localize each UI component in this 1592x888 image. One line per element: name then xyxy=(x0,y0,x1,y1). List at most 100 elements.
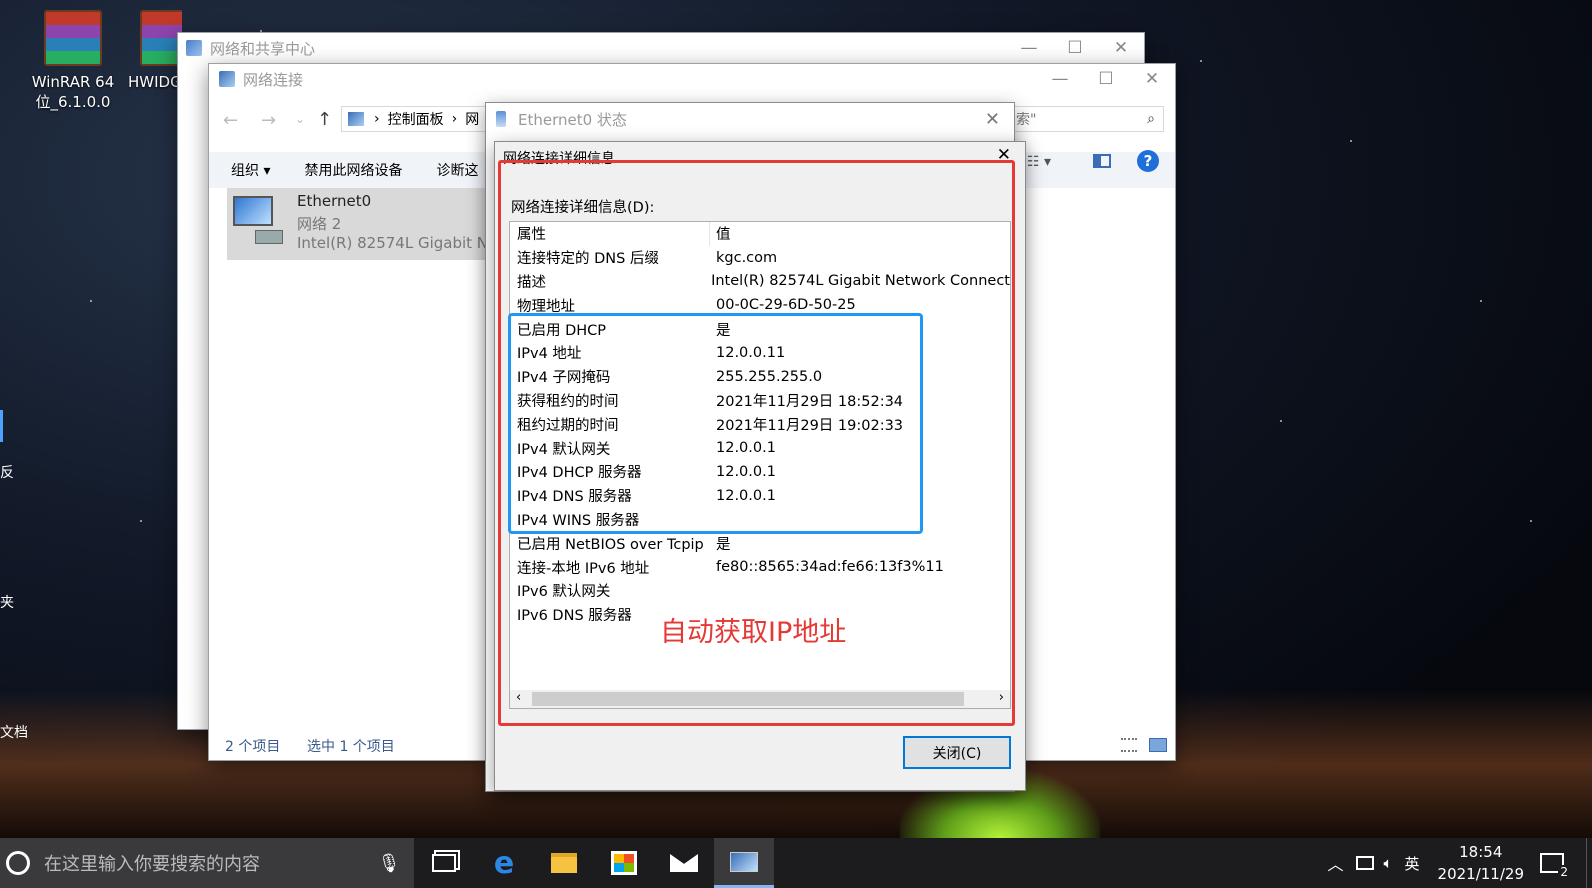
close-icon[interactable]: ✕ xyxy=(997,145,1011,165)
table-row[interactable]: IPv4 DNS 服务器 12.0.0.1 xyxy=(510,484,1010,508)
property-cell: IPv4 DNS 服务器 xyxy=(517,489,632,506)
hwidgen-icon xyxy=(140,10,182,66)
table-row[interactable]: 已启用 NetBIOS over Tcpip 是 xyxy=(510,531,1010,555)
breadcrumb-control-panel[interactable]: 控制面板 xyxy=(388,109,444,129)
value-cell: fe80::8565:34ad:fe66:13f3%11 xyxy=(716,559,944,576)
network-center-icon xyxy=(186,40,202,56)
preview-pane-icon[interactable] xyxy=(1093,154,1111,168)
sharing-titlebar[interactable]: 网络和共享中心 xyxy=(178,33,1144,63)
table-row[interactable]: IPv4 地址 12.0.0.11 xyxy=(510,341,1010,365)
forward-arrow-icon[interactable]: → xyxy=(261,110,276,131)
property-cell: 已启用 NetBIOS over Tcpip xyxy=(517,536,704,553)
table-row[interactable]: 租约过期的时间 2021年11月29日 19:02:33 xyxy=(510,412,1010,436)
value-cell: 是 xyxy=(716,536,731,553)
close-icon[interactable]: ✕ xyxy=(985,109,1000,130)
property-cell: 连接特定的 DNS 后缀 xyxy=(517,251,659,268)
network-item-ethernet0[interactable]: Ethernet0 网络 2 Intel(R) 82574L Gigabit N… xyxy=(227,188,497,260)
connections-title: 网络连接 xyxy=(243,70,304,89)
value-cell: 2021年11月29日 18:52:34 xyxy=(716,393,904,410)
show-desktop-button[interactable] xyxy=(1586,838,1592,888)
minimize-icon[interactable]: — xyxy=(1006,33,1052,63)
value-cell: 是 xyxy=(716,322,731,339)
property-cell: 物理地址 xyxy=(517,298,575,315)
desktop-icon-winrar[interactable]: WinRAR 64 位_6.1.0.0 xyxy=(28,10,118,112)
status-titlebar[interactable]: Ethernet0 状态 xyxy=(486,103,1014,135)
table-row[interactable]: IPv4 WINS 服务器 xyxy=(510,508,1010,532)
notification-center-icon[interactable]: 2 xyxy=(1540,853,1570,879)
network-connections-taskbar-icon[interactable] xyxy=(714,838,774,888)
ime-indicator[interactable]: 英 xyxy=(1405,853,1420,874)
scrollbar-thumb[interactable] xyxy=(532,692,964,706)
maximize-icon[interactable]: ☐ xyxy=(1083,64,1129,94)
recent-dropdown-icon[interactable]: ⌄ xyxy=(295,112,305,126)
disable-device-button[interactable]: 禁用此网络设备 xyxy=(304,160,402,180)
mail-icon[interactable] xyxy=(654,838,714,888)
table-row[interactable]: IPv4 默认网关 12.0.0.1 xyxy=(510,436,1010,460)
tiles-view-icon[interactable] xyxy=(1149,738,1167,752)
value-cell: 2021年11月29日 19:02:33 xyxy=(716,417,904,434)
network-tray-icon[interactable] xyxy=(1355,856,1374,870)
sharing-title: 网络和共享中心 xyxy=(210,39,316,58)
notification-badge: 2 xyxy=(1558,865,1570,879)
close-icon[interactable]: ✕ xyxy=(1129,64,1175,94)
winrar-icon xyxy=(44,10,102,66)
close-button[interactable]: 关闭(C) xyxy=(903,736,1011,769)
breadcrumb-network[interactable]: 网 xyxy=(465,109,479,129)
desktop-edge-label-2: 夹 xyxy=(0,595,14,611)
network-item-adapter: Intel(R) 82574L Gigabit Ne xyxy=(297,234,498,252)
microphone-icon[interactable]: 🎙 xyxy=(364,838,414,888)
table-row[interactable]: IPv4 DHCP 服务器 12.0.0.1 xyxy=(510,460,1010,484)
table-row[interactable]: 物理地址 00-0C-29-6D-50-25 xyxy=(510,293,1010,317)
maximize-icon[interactable]: ☐ xyxy=(1052,33,1098,63)
taskbar: 在这里输入你要搜索的内容 🎙 e ︿ 🔈︎ 英 18:54 2021/11/29… xyxy=(0,838,1592,888)
back-arrow-icon[interactable]: ← xyxy=(223,110,238,131)
value-cell: 12.0.0.11 xyxy=(716,344,786,361)
annotation-text: 自动获取IP地址 xyxy=(660,617,847,648)
table-row[interactable]: IPv4 子网掩码 255.255.255.0 xyxy=(510,365,1010,389)
column-header-property[interactable]: 属性 xyxy=(510,222,710,246)
search-placeholder: 在这里输入你要搜索的内容 xyxy=(44,854,260,875)
file-explorer-icon[interactable] xyxy=(534,838,594,888)
close-icon[interactable]: ✕ xyxy=(1098,33,1144,63)
value-cell: 12.0.0.1 xyxy=(716,463,776,480)
taskbar-search[interactable]: 在这里输入你要搜索的内容 xyxy=(0,838,364,888)
desktop-edge-label-1: 反 xyxy=(0,465,14,481)
diagnose-button[interactable]: 诊断这 xyxy=(436,160,478,180)
task-view-icon[interactable] xyxy=(414,838,474,888)
scroll-left-icon[interactable]: ‹ xyxy=(516,690,521,705)
breadcrumb-separator-icon: › xyxy=(451,111,458,127)
table-row[interactable]: 已启用 DHCP 是 xyxy=(510,317,1010,341)
details-view-icon[interactable] xyxy=(1121,738,1137,752)
dialog-connection-details[interactable]: 网络连接详细信息 ✕ 网络连接详细信息(D): 属性 值 连接特定的 DNS 后… xyxy=(494,141,1026,791)
cortana-circle-icon xyxy=(6,851,30,875)
search-text: 索" xyxy=(1016,112,1037,128)
view-options-icon[interactable]: ☷ ▾ xyxy=(1027,154,1051,170)
horizontal-scrollbar[interactable]: ‹ › xyxy=(510,690,1010,708)
store-icon[interactable] xyxy=(594,838,654,888)
search-icon: ⌕ xyxy=(1147,111,1155,127)
table-row[interactable]: IPv6 默认网关 xyxy=(510,579,1010,603)
help-icon[interactable]: ? xyxy=(1137,150,1159,172)
minimize-icon[interactable]: — xyxy=(1037,64,1083,94)
connections-titlebar[interactable]: 网络连接 xyxy=(209,64,1175,94)
ethernet-status-icon xyxy=(496,111,506,127)
value-cell: kgc.com xyxy=(716,249,778,266)
value-cell: 00-0C-29-6D-50-25 xyxy=(716,297,856,314)
scroll-right-icon[interactable]: › xyxy=(999,690,1004,705)
chevron-up-icon[interactable]: ︿ xyxy=(1327,851,1343,875)
desktop-icon-hwidgen[interactable]: HWIDG xyxy=(122,10,182,92)
organize-button[interactable]: 组织 ▾ xyxy=(231,160,270,180)
table-row[interactable]: 连接-本地 IPv6 地址 fe80::8565:34ad:fe66:13f3%1… xyxy=(510,555,1010,579)
edge-icon[interactable]: e xyxy=(474,838,534,888)
table-row[interactable]: 获得租约的时间 2021年11月29日 18:52:34 xyxy=(510,389,1010,413)
property-cell: IPv4 子网掩码 xyxy=(517,370,611,387)
search-box[interactable]: 索" ⌕ xyxy=(1009,106,1164,132)
table-row[interactable]: 描述 Intel(R) 82574L Gigabit Network Connec… xyxy=(510,270,1010,294)
property-cell: IPv4 WINS 服务器 xyxy=(517,512,640,529)
address-bar[interactable]: › 控制面板 › 网 xyxy=(341,106,491,132)
table-row[interactable]: 连接特定的 DNS 后缀 kgc.com xyxy=(510,246,1010,270)
column-header-value[interactable]: 值 xyxy=(710,223,1010,244)
volume-icon[interactable]: 🔈︎ xyxy=(1384,854,1393,872)
clock[interactable]: 18:54 2021/11/29 xyxy=(1438,841,1524,885)
up-arrow-icon[interactable]: ↑ xyxy=(317,109,332,130)
